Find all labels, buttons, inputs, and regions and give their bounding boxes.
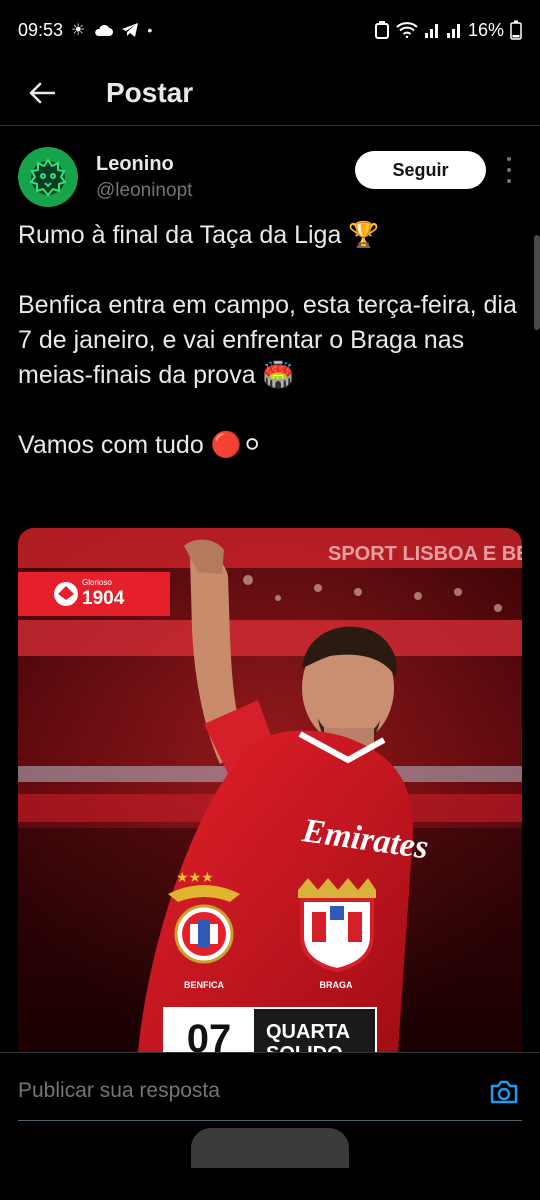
scrollbar-thumb[interactable] [534, 235, 540, 330]
match-day: 07 [187, 1017, 232, 1052]
arrow-left-icon [29, 82, 55, 103]
match-weekday: QUARTA [266, 1021, 350, 1043]
more-vertical-icon [507, 157, 511, 161]
follow-button[interactable]: Seguir [355, 151, 486, 189]
signal-icon-1 [424, 24, 438, 38]
camera-button[interactable] [488, 1076, 520, 1108]
back-button[interactable] [20, 71, 64, 115]
author-handle[interactable]: @leoninopt [96, 180, 192, 202]
post-text-paragraph-3: Vamos com tudo 🔴⚪ [18, 431, 263, 459]
status-time: 09:53 [18, 19, 64, 40]
reply-input[interactable] [18, 1079, 458, 1103]
status-bar: 09:53 ☀ • 16% [0, 0, 540, 60]
camera-icon [490, 1080, 518, 1104]
post-text: Rumo à final da Taça da Liga 🏆 Benfica e… [18, 218, 518, 463]
svg-text:★★★: ★★★ [176, 870, 214, 886]
stadium-board-text: SPORT LISBOA E BENFICA [328, 543, 522, 565]
lion-logo-icon [18, 147, 78, 207]
author-display-name[interactable]: Leonino [96, 153, 192, 176]
match-poster-graphic: SPORT LISBOA E BENFICA Glorioso 1904 [18, 528, 522, 1052]
battery-saver-icon [374, 21, 389, 39]
page-title: Postar [106, 76, 194, 108]
battery-icon [510, 20, 522, 40]
top-app-bar: Postar [0, 60, 540, 126]
team-away-label: BRAGA [320, 980, 353, 990]
more-dot [507, 168, 511, 172]
post-image[interactable]: SPORT LISBOA E BENFICA Glorioso 1904 [18, 528, 522, 1052]
more-dot [507, 179, 511, 183]
match-weekday-partial: SOLIDO [266, 1043, 343, 1052]
post-text-line-1: Rumo à final da Taça da Liga 🏆 [18, 221, 380, 249]
reply-underline [18, 1120, 522, 1121]
post-author-row: Leonino @leoninopt Seguir [18, 145, 522, 209]
team-home-label: BENFICA [184, 980, 224, 990]
badge-year: 1904 [82, 588, 125, 609]
more-options-button[interactable] [500, 157, 518, 183]
badge-small-text: Glorioso [82, 578, 112, 587]
cloud-icon [95, 24, 114, 36]
post-text-paragraph-2: Benfica entra em campo, esta terça-feira… [18, 291, 517, 389]
reply-bar [0, 1052, 540, 1132]
telegram-icon [122, 23, 139, 37]
signal-icon-2 [446, 24, 460, 38]
gesture-home-indicator[interactable] [191, 1128, 349, 1168]
braga-crest [298, 878, 376, 973]
wifi-icon [396, 22, 418, 38]
notification-dot-icon: • [147, 22, 153, 38]
avatar[interactable] [18, 147, 78, 207]
battery-percent: 16% [467, 19, 504, 40]
brightness-icon: ☀ [71, 22, 86, 39]
